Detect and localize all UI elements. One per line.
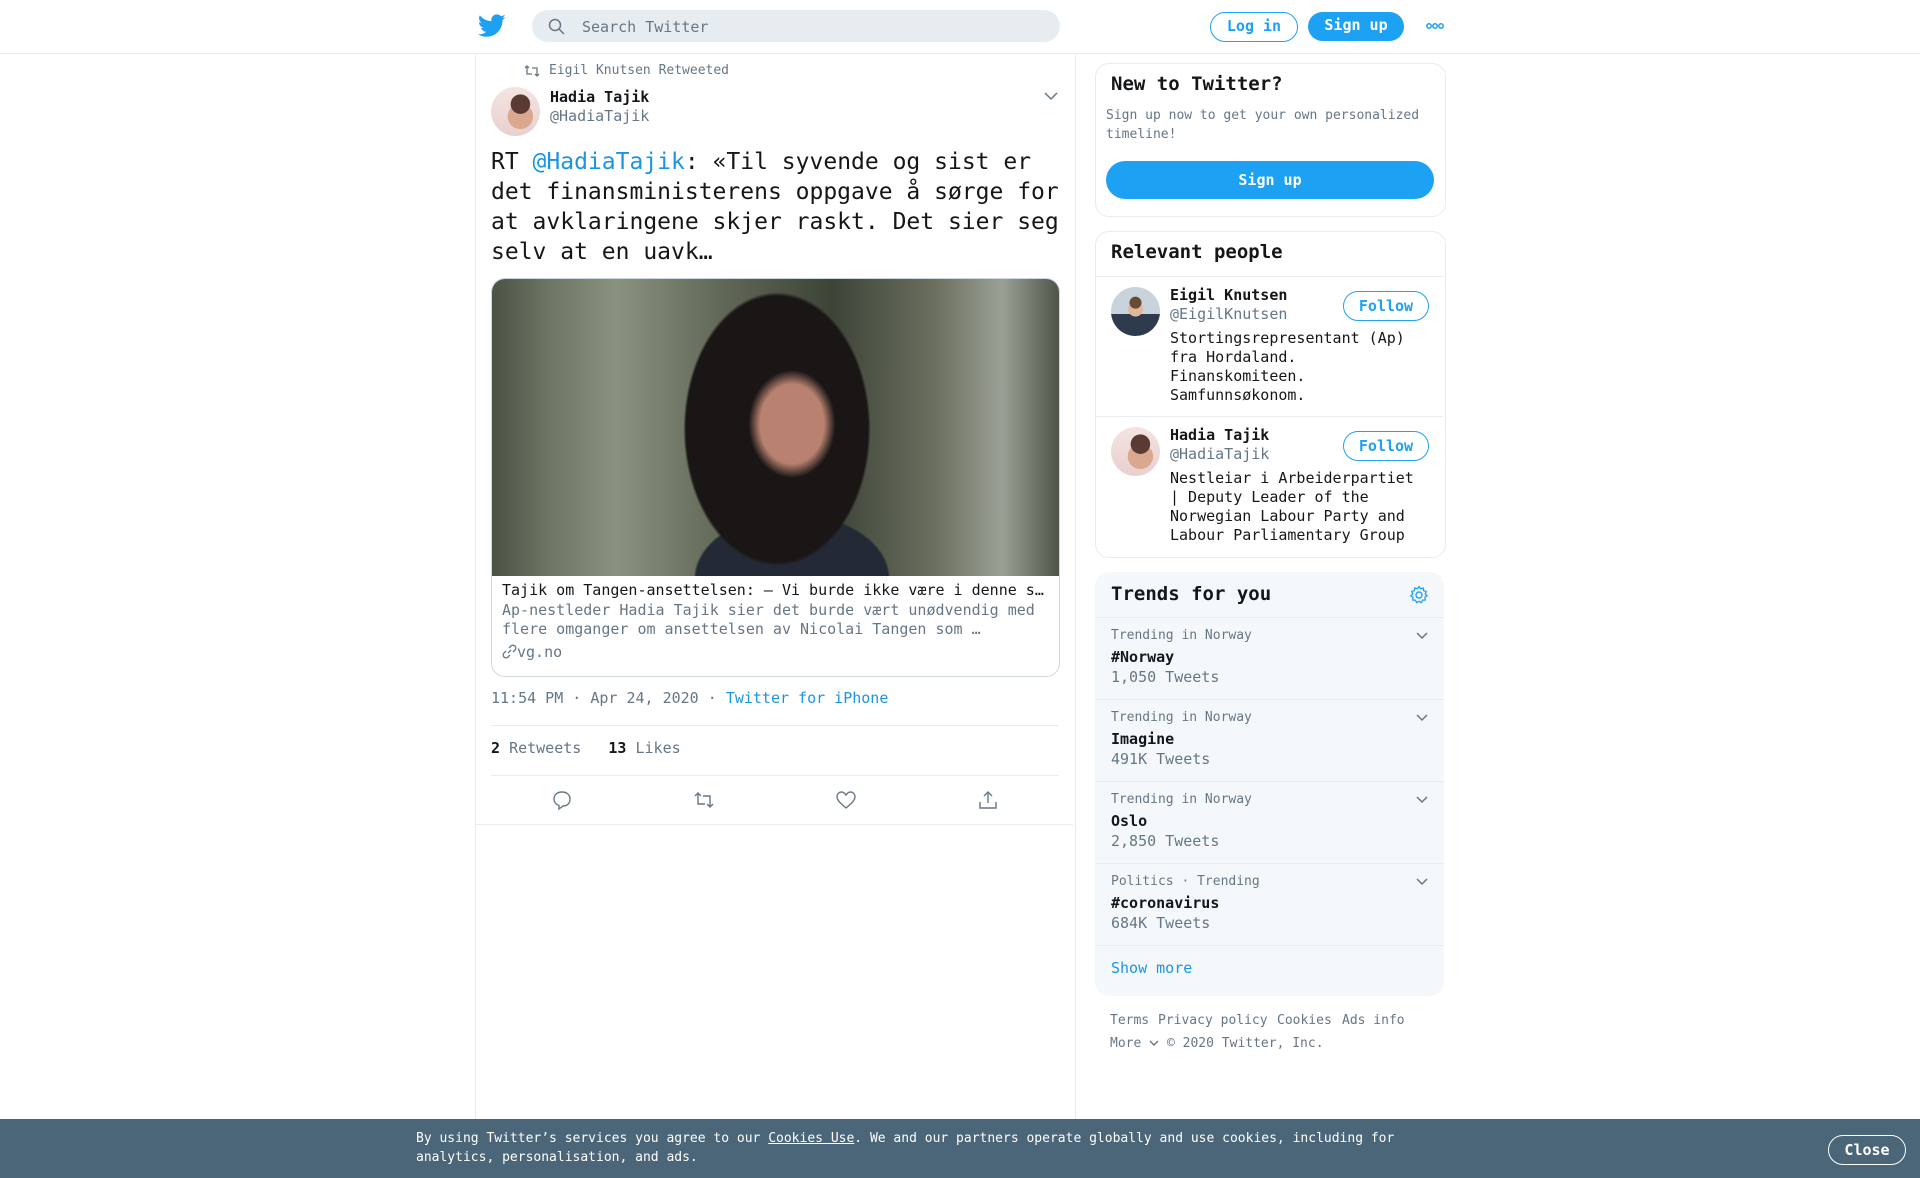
card-image[interactable]	[492, 279, 1059, 576]
likes-label: Likes	[635, 739, 681, 757]
chevron-down-icon[interactable]	[1416, 714, 1428, 722]
retweets-stat[interactable]: 2 Retweets	[491, 739, 581, 757]
chevron-down-icon[interactable]	[1416, 878, 1428, 886]
divider	[1095, 781, 1444, 782]
twitter-logo-icon[interactable]	[478, 14, 506, 38]
trend-count: 2,850 Tweets	[1111, 832, 1220, 850]
author-name[interactable]: Hadia Tajik	[550, 88, 649, 106]
link-icon	[502, 644, 517, 659]
trend-category: Politics · Trending	[1111, 874, 1260, 889]
follow-button[interactable]: Follow	[1343, 291, 1429, 321]
divider	[476, 824, 1073, 825]
card-description: Ap-nestleder Hadia Tajik sier det burde …	[502, 601, 1035, 638]
divider	[1095, 863, 1444, 864]
close-button[interactable]: Close	[1828, 1135, 1906, 1165]
trend-count: 1,050 Tweets	[1111, 668, 1220, 686]
tweet-mention-link[interactable]: @HadiaTajik	[533, 149, 685, 175]
ads-info-link[interactable]: Ads info	[1342, 1013, 1405, 1028]
signup-button[interactable]: Sign up	[1308, 12, 1404, 41]
reply-icon[interactable]	[551, 789, 573, 811]
more-label: More	[1110, 1036, 1142, 1051]
trend-count: 684K Tweets	[1111, 914, 1211, 932]
divider	[1095, 699, 1444, 700]
retweeted-by-text[interactable]: Eigil Knutsen Retweeted	[549, 63, 729, 78]
login-button[interactable]: Log in	[1210, 12, 1298, 42]
person-handle[interactable]: @EigilKnutsen	[1170, 305, 1287, 323]
more-options-icon[interactable]	[1426, 22, 1444, 30]
card-title: Tajik om Tangen-ansettelsen: – Vi burde …	[502, 581, 1052, 599]
tweet-timestamp[interactable]: 11:54 PM · Apr 24, 2020	[491, 689, 699, 707]
more-menu[interactable]: More	[1110, 1036, 1159, 1051]
card-domain: vg.no	[502, 643, 562, 661]
retweet-action-icon[interactable]	[693, 789, 715, 811]
divider	[1096, 416, 1443, 417]
divider	[491, 775, 1058, 776]
person-handle[interactable]: @HadiaTajik	[1170, 445, 1269, 463]
follow-button[interactable]: Follow	[1343, 431, 1429, 461]
chevron-down-icon[interactable]	[1044, 92, 1058, 101]
terms-link[interactable]: Terms	[1110, 1013, 1149, 1028]
trend-category: Trending in Norway	[1111, 792, 1252, 807]
search-bar[interactable]	[532, 10, 1060, 44]
chevron-down-icon[interactable]	[1416, 796, 1428, 804]
trend-category: Trending in Norway	[1111, 710, 1252, 725]
relevant-people-title: Relevant people	[1111, 241, 1283, 263]
meta-separator: ·	[698, 689, 726, 707]
likes-count: 13	[608, 739, 627, 757]
divider	[1096, 276, 1443, 277]
tweet-stats: 2 Retweets 13 Likes	[491, 739, 681, 757]
show-more-link[interactable]: Show more	[1111, 959, 1192, 977]
author-avatar[interactable]	[491, 87, 540, 136]
cookies-link[interactable]: Cookies	[1277, 1013, 1332, 1028]
trend-name[interactable]: #Norway	[1111, 648, 1174, 666]
cookies-use-link[interactable]: Cookies Use	[768, 1131, 854, 1146]
trend-name[interactable]: #coronavirus	[1111, 894, 1219, 912]
divider	[1095, 945, 1444, 946]
privacy-policy-link[interactable]: Privacy policy	[1158, 1013, 1268, 1028]
divider	[491, 725, 1058, 726]
person-bio: Nestleiar i Arbeiderpartiet | Deputy Lea…	[1170, 469, 1414, 544]
new-to-twitter-title: New to Twitter?	[1111, 73, 1283, 95]
person-name[interactable]: Eigil Knutsen	[1170, 286, 1287, 304]
link-preview-card[interactable]: Tajik om Tangen-ansettelsen: – Vi burde …	[491, 278, 1060, 677]
settings-gear-icon[interactable]	[1409, 585, 1429, 605]
card-domain-text: vg.no	[517, 643, 563, 661]
sidebar-signup-button[interactable]: Sign up	[1106, 161, 1434, 199]
retweets-label: Retweets	[509, 739, 582, 757]
share-icon[interactable]	[977, 789, 999, 811]
person-bio: Stortingsrepresentant (Ap) fra Hordaland…	[1170, 329, 1405, 404]
retweet-icon	[524, 65, 540, 77]
search-icon	[548, 18, 565, 35]
cookie-banner: By using Twitter’s services you agree to…	[0, 1119, 1920, 1178]
tweet-text-prefix: RT	[491, 149, 533, 175]
tweet-text: RT @HadiaTajik: «Til syvende og sist er …	[491, 147, 1071, 267]
like-heart-icon[interactable]	[835, 789, 857, 811]
person-name[interactable]: Hadia Tajik	[1170, 426, 1269, 444]
trend-name[interactable]: Oslo	[1111, 812, 1147, 830]
cookie-text-before: By using Twitter’s services you agree to…	[416, 1131, 769, 1146]
trend-count: 491K Tweets	[1111, 750, 1211, 768]
cookie-banner-text: By using Twitter’s services you agree to…	[416, 1129, 1416, 1167]
chevron-down-icon	[1149, 1040, 1159, 1046]
divider	[1095, 617, 1444, 618]
retweets-count: 2	[491, 739, 501, 757]
tweet-source-link[interactable]: Twitter for iPhone	[726, 689, 889, 707]
search-input[interactable]	[580, 10, 1054, 44]
trends-title: Trends for you	[1111, 583, 1272, 605]
likes-stat[interactable]: 13 Likes	[608, 739, 680, 757]
author-handle[interactable]: @HadiaTajik	[550, 107, 649, 125]
chevron-down-icon[interactable]	[1416, 632, 1428, 640]
top-bar: Log in Sign up	[0, 0, 1920, 54]
copyright-text: © 2020 Twitter, Inc.	[1167, 1036, 1324, 1051]
trend-name[interactable]: Imagine	[1111, 730, 1174, 748]
trend-category: Trending in Norway	[1111, 628, 1252, 643]
person-avatar[interactable]	[1111, 427, 1160, 476]
tweet-meta: 11:54 PM · Apr 24, 2020 · Twitter for iP…	[491, 689, 888, 707]
person-avatar[interactable]	[1111, 287, 1160, 336]
new-to-twitter-subtitle: Sign up now to get your own personalized…	[1106, 108, 1420, 142]
